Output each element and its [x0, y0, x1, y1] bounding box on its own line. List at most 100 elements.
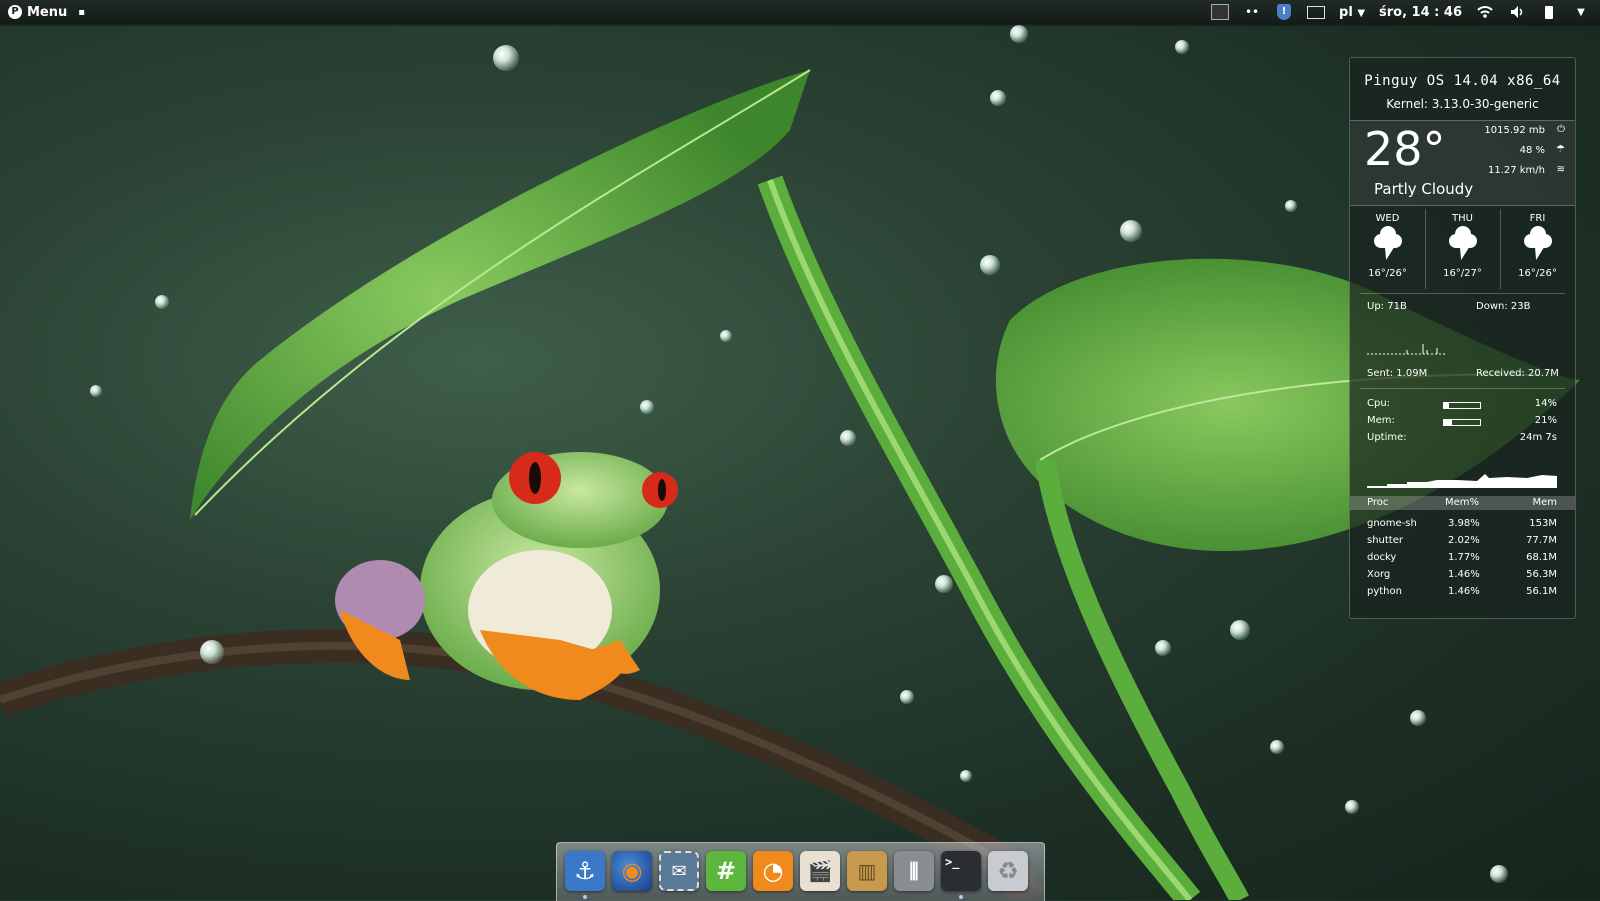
proc-mem: 68.1M [1526, 552, 1557, 563]
weather-condition: Partly Cloudy [1374, 180, 1474, 198]
cpu-graph [1367, 474, 1557, 488]
mem-label: Mem: [1367, 415, 1395, 426]
sliders-icon: ⫼ [909, 859, 919, 883]
proc-header: Proc [1367, 497, 1389, 508]
proc-mem-pct: 1.46% [1448, 569, 1480, 580]
dock-item-docky[interactable]: ⚓ [565, 851, 605, 891]
dock-item-mail[interactable]: ✉ [659, 851, 699, 891]
dock-item-video[interactable]: 🎬 [800, 851, 840, 891]
net-up: Up: 71B [1367, 301, 1407, 312]
mail-stamp-icon: ✉ [671, 860, 687, 882]
clock[interactable]: śro, 14 : 46 [1379, 5, 1462, 20]
cpu-value: 14% [1534, 398, 1557, 409]
proc-mem-pct: 3.98% [1448, 518, 1480, 529]
running-indicator [583, 895, 587, 899]
session-menu-chevron-icon[interactable]: ▼ [1572, 4, 1590, 20]
process-row: Xorg 1.46% 56.3M [1350, 569, 1575, 585]
dock-item-trash[interactable]: ♻ [988, 851, 1028, 891]
pinguy-logo-icon: P [8, 5, 22, 19]
proc-mem-pct: 1.77% [1448, 552, 1480, 563]
thunderstorm-icon [1443, 226, 1483, 264]
proc-mem-pct: 1.46% [1448, 586, 1480, 597]
menu-label: Menu [27, 4, 68, 20]
battery-icon[interactable] [1540, 4, 1558, 20]
app-indicator-icon[interactable] [1211, 4, 1230, 20]
cpu-label: Cpu: [1367, 398, 1391, 409]
cpu-bar [1443, 402, 1481, 409]
screenshot-indicator-icon[interactable] [1307, 4, 1326, 20]
process-row: python 1.46% 56.1M [1350, 586, 1575, 602]
forecast-day: THU 16°/27° [1425, 209, 1500, 291]
firefox-icon: ◉ [621, 857, 643, 885]
conky-widget: Pinguy OS 14.04 x86_64 Kernel: 3.13.0-30… [1349, 57, 1576, 619]
indicator-dots-icon[interactable]: •• [1243, 4, 1261, 20]
menu-button[interactable]: P Menu ▪ [0, 0, 93, 24]
wind-icon: ≋ [1556, 164, 1565, 175]
trash-icon: ♻ [997, 857, 1019, 885]
keyboard-layout-label: pl [1339, 4, 1353, 20]
process-row: gnome-sh 3.98% 153M [1350, 518, 1575, 534]
proc-name: docky [1367, 552, 1397, 563]
dock-item-archive[interactable]: ▥ [847, 851, 887, 891]
chevron-down-icon: ▼ [1357, 7, 1366, 19]
proc-name: gnome-sh [1367, 518, 1417, 529]
wifi-icon[interactable] [1476, 4, 1494, 20]
net-down: Down: 23B [1476, 301, 1531, 312]
net-received: Received: 20.7M [1476, 368, 1559, 379]
forecast-temp: 16°/27° [1443, 268, 1482, 279]
running-indicator [959, 895, 963, 899]
proc-name: shutter [1367, 535, 1403, 546]
keyboard-layout-indicator[interactable]: pl ▼ [1339, 5, 1365, 20]
proc-mem: 56.1M [1526, 586, 1557, 597]
process-row: shutter 2.02% 77.7M [1350, 535, 1575, 551]
dock-item-firefox[interactable]: ◉ [612, 851, 652, 891]
wind-value: 11.27 km/h [1487, 165, 1545, 176]
shield-icon[interactable]: ! [1275, 4, 1293, 20]
forecast-day-label: WED [1375, 213, 1400, 224]
hashtag-icon: # [715, 857, 737, 885]
dock-item-music[interactable]: ◔ [753, 851, 793, 891]
panel-tray: •• ! pl ▼ śro, 14 : 46 ▼ [1211, 0, 1600, 24]
kernel-version: Kernel: 3.13.0-30-generic [1386, 97, 1539, 111]
proc-name: python [1367, 586, 1402, 597]
proc-name: Xorg [1367, 569, 1391, 580]
forecast-temp: 16°/26° [1368, 268, 1407, 279]
mem-header: Mem [1532, 497, 1557, 508]
forecast-day-label: THU [1452, 213, 1473, 224]
proc-mem: 153M [1529, 518, 1557, 529]
divider [1360, 388, 1565, 389]
mem-bar [1443, 419, 1481, 426]
archive-icon: ▥ [857, 859, 877, 883]
forecast-day-label: FRI [1529, 213, 1546, 224]
forecast-temp: 16°/26° [1518, 268, 1557, 279]
uptime-value: 24m 7s [1519, 432, 1557, 443]
proc-mem: 56.3M [1526, 569, 1557, 580]
volume-icon[interactable] [1508, 4, 1526, 20]
proc-mem: 77.7M [1526, 535, 1557, 546]
cpu-bar-fill [1444, 403, 1450, 408]
umbrella-icon: ☂ [1556, 144, 1565, 155]
dock-item-terminal[interactable]: >_ [941, 851, 981, 891]
menu-dot-icon: ▪ [78, 6, 86, 18]
top-panel: P Menu ▪ •• ! pl ▼ śro, 14 : 46 ▼ [0, 0, 1600, 24]
dock-item-settings[interactable]: ⫼ [894, 851, 934, 891]
net-sent: Sent: 1.09M [1367, 368, 1428, 379]
process-table-header: Proc Mem% Mem [1350, 496, 1575, 510]
thunderstorm-icon [1368, 226, 1408, 264]
humidity-value: 48 % [1519, 145, 1545, 156]
process-row: docky 1.77% 68.1M [1350, 552, 1575, 568]
proc-mem-pct: 2.02% [1448, 535, 1480, 546]
divider [1360, 293, 1565, 294]
clapperboard-icon: 🎬 [807, 859, 833, 883]
current-temperature: 28° [1364, 122, 1446, 176]
dock-item-hashtag[interactable]: # [706, 851, 746, 891]
network-graph [1367, 344, 1447, 355]
orange-slice-icon: ◔ [762, 857, 784, 885]
os-name: Pinguy OS 14.04 x86_64 [1364, 73, 1561, 89]
terminal-icon: >_ [945, 855, 960, 869]
mem-pct-header: Mem% [1445, 497, 1480, 508]
power-pressure-icon: ⏻ [1557, 124, 1565, 135]
uptime-label: Uptime: [1367, 432, 1407, 443]
pressure-value: 1015.92 mb [1484, 125, 1545, 136]
mem-bar-fill [1444, 420, 1452, 425]
